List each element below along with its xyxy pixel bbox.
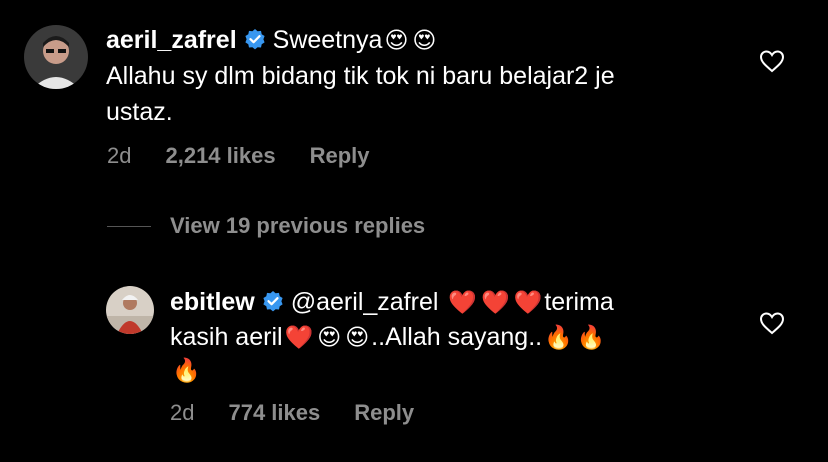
heart-outline-icon[interactable] <box>759 49 787 75</box>
avatar-ebitlew[interactable] <box>106 286 154 334</box>
comment-time: 2d <box>107 143 132 168</box>
heart-eyes-emoji: 😍 <box>412 27 437 53</box>
comment-reply-button[interactable]: Reply <box>310 143 370 168</box>
reply-time: 2d <box>170 400 195 425</box>
heart-eyes-emoji: 😍 <box>384 27 409 53</box>
heart-outline-icon[interactable] <box>759 311 787 337</box>
reply-username[interactable]: ebitlew <box>170 288 255 316</box>
reply-meta: 2d 774 likes Reply <box>170 400 448 426</box>
verified-badge-icon <box>243 27 267 51</box>
red-heart-emoji: ❤️ <box>513 289 543 315</box>
reply-reply-button[interactable]: Reply <box>354 400 414 425</box>
red-heart-emoji: ❤️ <box>481 289 510 315</box>
red-heart-emoji: ❤️ <box>284 324 314 350</box>
reply-text-b: kasih aeril <box>170 323 283 351</box>
comment-text-line2: Allahu sy dlm bidang tik tok ni baru bel… <box>106 62 615 90</box>
view-previous-replies-button[interactable]: View 19 previous replies <box>170 213 425 239</box>
comment-username[interactable]: aeril_zafrel <box>106 26 237 54</box>
replies-divider <box>107 226 151 227</box>
reply-text-a: terima <box>544 288 614 316</box>
comment-likes[interactable]: 2,214 likes <box>165 143 275 168</box>
comment-text-line3: ustaz. <box>106 98 173 126</box>
heart-eyes-emoji: 😍 <box>345 324 370 350</box>
fire-emoji: 🔥 <box>172 357 201 383</box>
avatar-aeril-zafrel[interactable] <box>24 25 88 89</box>
red-heart-emoji: ❤️ <box>448 289 478 315</box>
fire-emoji: 🔥 <box>544 324 573 350</box>
verified-badge-icon <box>261 289 285 313</box>
reply-text-c: ..Allah sayang.. <box>371 323 543 351</box>
reply-likes[interactable]: 774 likes <box>228 400 320 425</box>
comment-meta: 2d 2,214 likes Reply <box>107 143 404 169</box>
reply-mention-link[interactable]: @aeril_zafrel <box>291 288 439 316</box>
comment-text-line1: Sweetnya <box>272 26 383 54</box>
heart-eyes-emoji: 😍 <box>317 324 342 350</box>
fire-emoji: 🔥 <box>576 324 606 350</box>
